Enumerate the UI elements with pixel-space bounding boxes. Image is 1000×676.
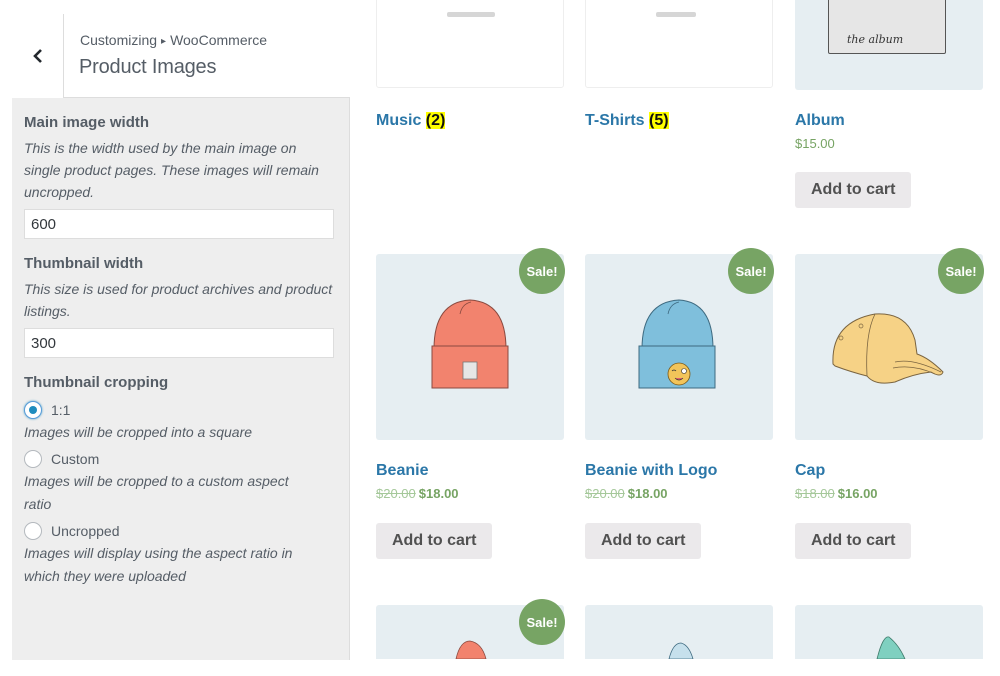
thumbnail-cropping-label: Thumbnail cropping [24,374,169,391]
hoodie-image [668,642,694,659]
shirt-hem-graphic [656,12,696,17]
cropping-option-uncropped[interactable]: Uncropped [24,520,336,542]
customizer-section-header: Customizing ▸ WooCommerce Product Images [12,14,350,98]
breadcrumb: Customizing ▸ WooCommerce [80,32,267,48]
category-name: T-Shirts [585,112,645,129]
radio-description: Images will be cropped into a square [24,424,253,440]
category-title[interactable]: Music (2) [376,112,446,130]
product-title[interactable]: Album [795,112,845,130]
main-image-width-description: This is the width used by the main image… [24,140,319,200]
product-price: $15.00 [795,136,835,151]
sale-badge: Sale! [519,599,565,645]
product-title[interactable]: Cap [795,462,825,480]
thumbnail-width-input[interactable] [24,328,334,358]
sale-price: $18.00 [418,486,459,501]
radio-label: Uncropped [51,523,120,539]
category-count: (2) [425,112,446,129]
sale-badge: Sale! [728,248,774,294]
breadcrumb-root: Customizing [80,32,158,48]
add-to-cart-button[interactable]: Add to cart [795,523,912,559]
regular-price: $20.00 [376,486,416,501]
product-thumbnail[interactable] [795,605,983,659]
thumbnail-width-control: Thumbnail width This size is used for pr… [24,255,336,358]
add-to-cart-button[interactable]: Add to cart [376,523,493,559]
hoodie-image [876,636,906,659]
preview-clip-row3 [0,605,1000,659]
radio-button-checked[interactable] [24,401,42,419]
category-count: (5) [649,112,669,129]
radio-button[interactable] [24,450,42,468]
radio-button[interactable] [24,522,42,540]
add-to-cart-button[interactable]: Add to cart [795,172,912,208]
page-title: Product Images [79,56,217,78]
add-to-cart-button[interactable]: Add to cart [585,523,702,559]
product-thumbnail[interactable] [585,605,773,659]
main-image-width-input[interactable] [24,209,334,239]
sale-price: $16.00 [837,486,878,501]
product-title[interactable]: Beanie with Logo [585,462,717,480]
sale-badge: Sale! [519,248,565,294]
cropping-option-1-1[interactable]: 1:1 [24,399,336,421]
category-name: Music [376,112,422,129]
chevron-left-icon [32,49,42,63]
thumbnail-width-label: Thumbnail width [24,255,144,272]
customizer-controls: Main image width This is the width used … [24,114,336,592]
product-thumbnail[interactable]: the album [795,0,983,90]
breadcrumb-separator: ▸ [161,36,167,47]
cropping-option-custom[interactable]: Custom [24,448,336,470]
breadcrumb-section: WooCommerce [170,32,268,48]
radio-description: Images will display using the aspect rat… [24,545,293,584]
category-thumbnail[interactable] [585,0,773,88]
product-title[interactable]: Beanie [376,462,428,480]
back-button[interactable] [12,14,64,98]
category-title[interactable]: T-Shirts (5) [585,112,669,130]
radio-description: Images will be cropped to a custom aspec… [24,473,289,512]
thumbnail-cropping-control: Thumbnail cropping 1:1 Images will be cr… [24,374,336,588]
product-price: $20.00 $18.00 [376,486,459,501]
regular-price: $20.00 [585,486,625,501]
radio-label: Custom [51,451,100,467]
sale-price: $18.00 [627,486,668,501]
thumbnail-width-description: This size is used for product archives a… [24,281,333,319]
category-thumbnail[interactable] [376,0,564,88]
product-price: $20.00 $18.00 [585,486,668,501]
shirt-hem-graphic [447,12,495,17]
album-caption: the album [847,33,904,46]
main-image-width-label: Main image width [24,114,150,131]
product-price: $18.00 $16.00 [795,486,878,501]
main-image-width-control: Main image width This is the width used … [24,114,336,239]
radio-label: 1:1 [51,402,71,418]
album-cover-graphic: the album [828,0,946,54]
customizer-sidebar: Customizing ▸ WooCommerce Product Images M… [12,14,350,660]
sale-badge: Sale! [938,248,984,294]
regular-price: $18.00 [795,486,835,501]
radio-dot [29,406,37,414]
